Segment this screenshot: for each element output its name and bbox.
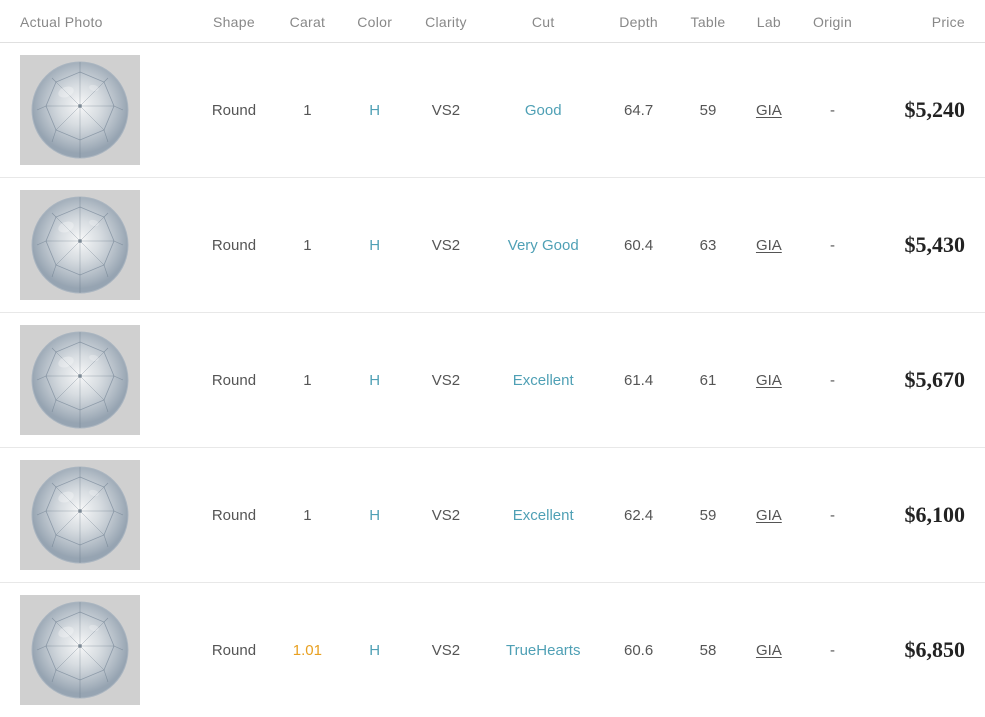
diamond-image[interactable] bbox=[20, 460, 140, 570]
cell-shape: Round bbox=[194, 313, 273, 448]
diamond-image[interactable] bbox=[20, 325, 140, 435]
cell-table: 61 bbox=[675, 313, 742, 448]
cell-shape: Round bbox=[194, 583, 273, 717]
cell-lab[interactable]: GIA bbox=[741, 178, 796, 313]
cell-origin: - bbox=[796, 313, 868, 448]
cell-price: $5,670 bbox=[869, 313, 985, 448]
cell-photo[interactable] bbox=[0, 313, 194, 448]
cell-table: 58 bbox=[675, 583, 742, 717]
cell-color: H bbox=[341, 178, 408, 313]
diamond-image[interactable] bbox=[20, 595, 140, 705]
cell-cut: TrueHearts bbox=[484, 583, 603, 717]
cell-photo[interactable] bbox=[0, 178, 194, 313]
cell-price: $5,240 bbox=[869, 43, 985, 178]
cell-clarity: VS2 bbox=[408, 43, 484, 178]
header-origin: Origin bbox=[796, 0, 868, 43]
cell-price: $6,850 bbox=[869, 583, 985, 717]
diamond-table: Actual Photo Shape Carat Color Clarity C… bbox=[0, 0, 985, 717]
cell-color: H bbox=[341, 583, 408, 717]
cell-cut: Good bbox=[484, 43, 603, 178]
lab-link[interactable]: GIA bbox=[756, 642, 782, 659]
cell-carat: 1 bbox=[273, 313, 341, 448]
cell-cut: Excellent bbox=[484, 313, 603, 448]
cell-color: H bbox=[341, 448, 408, 583]
cell-photo[interactable] bbox=[0, 448, 194, 583]
header-cut: Cut bbox=[484, 0, 603, 43]
cell-cut: Excellent bbox=[484, 448, 603, 583]
cell-carat: 1 bbox=[273, 43, 341, 178]
header-table: Table bbox=[675, 0, 742, 43]
header-depth: Depth bbox=[603, 0, 675, 43]
cell-clarity: VS2 bbox=[408, 313, 484, 448]
cell-carat: 1 bbox=[273, 178, 341, 313]
cell-table: 59 bbox=[675, 448, 742, 583]
lab-link[interactable]: GIA bbox=[756, 372, 782, 389]
table-row: Round1HVS2Excellent62.459 GIA-$6,100 bbox=[0, 448, 985, 583]
cell-lab[interactable]: GIA bbox=[741, 43, 796, 178]
diamond-table-container: Actual Photo Shape Carat Color Clarity C… bbox=[0, 0, 985, 717]
diamond-image[interactable] bbox=[20, 55, 140, 165]
cell-shape: Round bbox=[194, 178, 273, 313]
cell-cut: Very Good bbox=[484, 178, 603, 313]
cell-depth: 62.4 bbox=[603, 448, 675, 583]
header-shape: Shape bbox=[194, 0, 273, 43]
cell-color: H bbox=[341, 313, 408, 448]
header-price: Price bbox=[869, 0, 985, 43]
cell-color: H bbox=[341, 43, 408, 178]
cell-origin: - bbox=[796, 448, 868, 583]
cell-depth: 61.4 bbox=[603, 313, 675, 448]
cell-lab[interactable]: GIA bbox=[741, 448, 796, 583]
header-color: Color bbox=[341, 0, 408, 43]
cell-shape: Round bbox=[194, 448, 273, 583]
table-row: Round1HVS2Excellent61.461 GIA-$5,670 bbox=[0, 313, 985, 448]
header-lab: Lab bbox=[741, 0, 796, 43]
table-row: Round1HVS2Very Good60.463 GIA-$5,430 bbox=[0, 178, 985, 313]
header-photo: Actual Photo bbox=[0, 0, 194, 43]
cell-clarity: VS2 bbox=[408, 178, 484, 313]
cell-table: 59 bbox=[675, 43, 742, 178]
cell-carat: 1.01 bbox=[273, 583, 341, 717]
lab-link[interactable]: GIA bbox=[756, 102, 782, 119]
table-header-row: Actual Photo Shape Carat Color Clarity C… bbox=[0, 0, 985, 43]
cell-depth: 60.4 bbox=[603, 178, 675, 313]
table-row: Round1HVS2Good64.759 GIA-$5,240 bbox=[0, 43, 985, 178]
cell-lab[interactable]: GIA bbox=[741, 583, 796, 717]
cell-origin: - bbox=[796, 178, 868, 313]
lab-link[interactable]: GIA bbox=[756, 507, 782, 524]
header-clarity: Clarity bbox=[408, 0, 484, 43]
table-row: Round1.01HVS2TrueHearts60.658 GIA-$6,850 bbox=[0, 583, 985, 717]
cell-table: 63 bbox=[675, 178, 742, 313]
lab-link[interactable]: GIA bbox=[756, 237, 782, 254]
cell-clarity: VS2 bbox=[408, 583, 484, 717]
cell-price: $6,100 bbox=[869, 448, 985, 583]
cell-origin: - bbox=[796, 583, 868, 717]
cell-shape: Round bbox=[194, 43, 273, 178]
cell-lab[interactable]: GIA bbox=[741, 313, 796, 448]
diamond-image[interactable] bbox=[20, 190, 140, 300]
cell-photo[interactable] bbox=[0, 583, 194, 717]
cell-depth: 64.7 bbox=[603, 43, 675, 178]
cell-photo[interactable] bbox=[0, 43, 194, 178]
cell-origin: - bbox=[796, 43, 868, 178]
cell-price: $5,430 bbox=[869, 178, 985, 313]
cell-carat: 1 bbox=[273, 448, 341, 583]
cell-clarity: VS2 bbox=[408, 448, 484, 583]
cell-depth: 60.6 bbox=[603, 583, 675, 717]
header-carat: Carat bbox=[273, 0, 341, 43]
